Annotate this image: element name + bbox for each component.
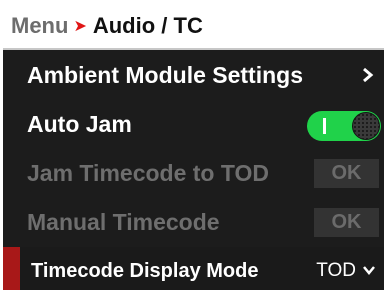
breadcrumb-separator-arrow-icon: ➤ xyxy=(73,17,87,35)
menu-item-label: Auto Jam xyxy=(27,110,132,137)
menu-item-manual-timecode: Manual Timecode OK xyxy=(3,198,384,246)
menu-item-label: Timecode Display Mode xyxy=(31,259,259,282)
selection-marker xyxy=(3,247,20,290)
breadcrumb-current-page: Audio / TC xyxy=(92,12,203,38)
menu-item-timecode-display-mode[interactable]: Timecode Display Mode TOD xyxy=(3,247,384,290)
menu-item-ambient-module-settings[interactable]: Ambient Module Settings xyxy=(3,51,384,99)
breadcrumb-root-menu[interactable]: Menu xyxy=(11,13,68,39)
chevron-right-icon xyxy=(363,67,374,83)
menu-item-jam-timecode-to-tod: Jam Timecode to TOD OK xyxy=(3,149,384,197)
menu-item-label: Jam Timecode to TOD xyxy=(27,159,269,186)
timecode-display-mode-value[interactable]: TOD xyxy=(316,260,356,282)
toggle-on-indicator-icon xyxy=(323,118,326,134)
auto-jam-toggle[interactable] xyxy=(307,111,381,141)
audio-tc-menu-panel: Menu ➤ Audio / TC Ambient Module Setting… xyxy=(3,3,384,290)
menu-item-auto-jam[interactable]: Auto Jam xyxy=(3,100,384,148)
chevron-down-icon[interactable] xyxy=(362,264,376,276)
toggle-knob xyxy=(352,112,380,140)
menu-item-label: Manual Timecode xyxy=(27,208,220,235)
menu-item-label: Ambient Module Settings xyxy=(27,61,303,88)
breadcrumb: Menu ➤ Audio / TC xyxy=(3,3,384,50)
jam-timecode-ok-button: OK xyxy=(314,159,379,188)
manual-timecode-ok-button: OK xyxy=(314,208,379,237)
